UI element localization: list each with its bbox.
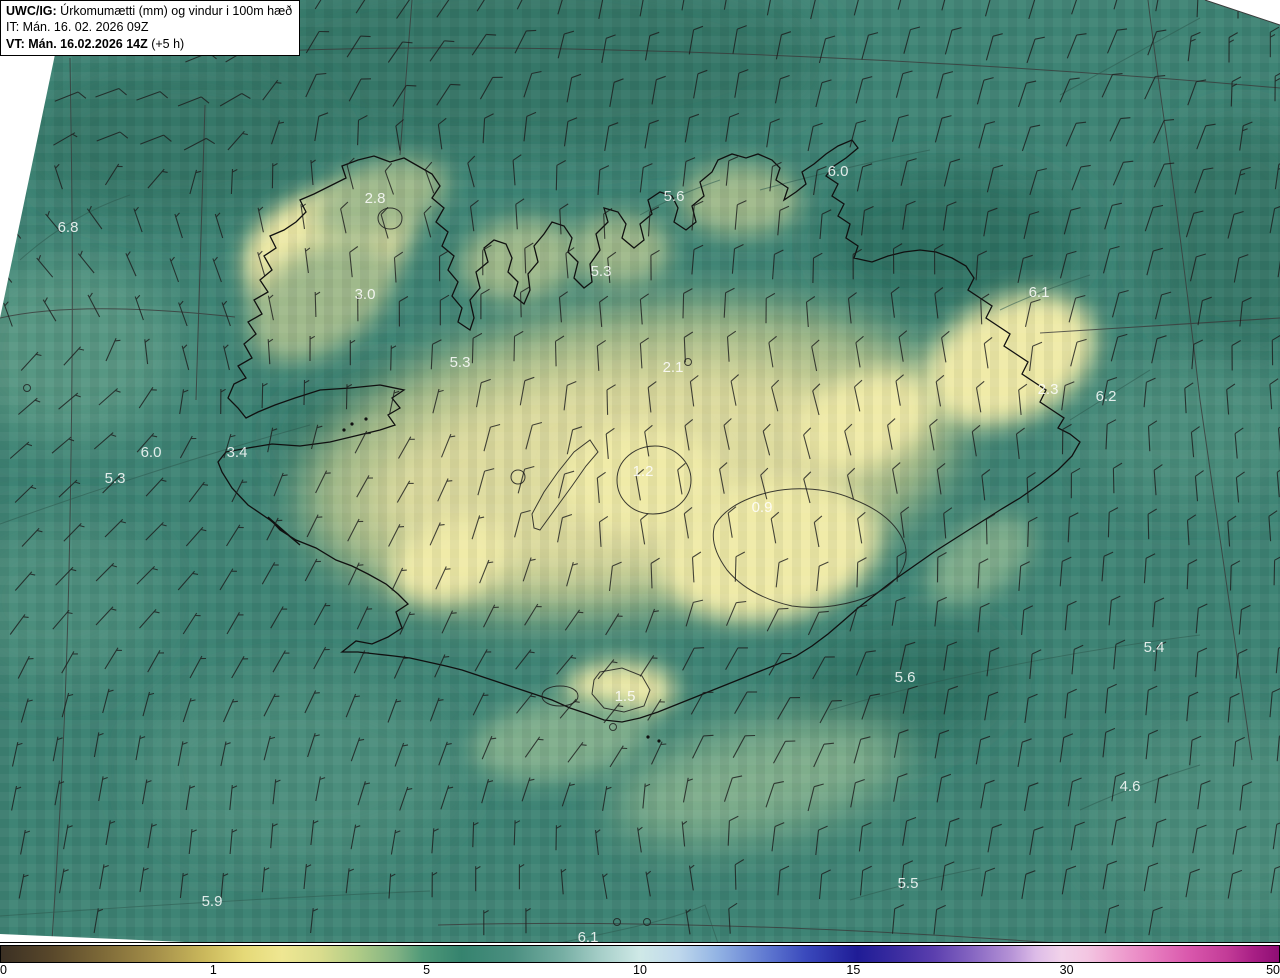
- contour-label: 2.8: [365, 190, 386, 207]
- contour-label: 5.3: [591, 263, 612, 280]
- valid-time-line: VT: Mán. 16.02.2026 14Z (+5 h): [6, 36, 185, 51]
- colorbar-tick: 5: [423, 963, 431, 977]
- colorbar-tick: 50: [1266, 963, 1280, 977]
- contour-label: 3.0: [355, 286, 376, 303]
- colorbar-gradient: [0, 945, 1280, 963]
- contour-label: 5.3: [450, 354, 471, 371]
- contour-label: 5.3: [105, 470, 126, 487]
- init-time-line: IT: Mán. 16. 02. 2026 09Z: [6, 20, 149, 35]
- colorbar-tick-labels: 0 1 5 10 15 30 50: [0, 963, 1280, 978]
- contour-label: 2.3: [1038, 381, 1059, 398]
- contour-label: 5.6: [664, 188, 685, 205]
- weather-map-screen: { "header": { "product": "UWC/IG:", "tit…: [0, 0, 1280, 978]
- contour-label: 1.2: [633, 463, 654, 480]
- map-title-line: UWC/IG: Úrkomumætti (mm) og vindur i 100…: [6, 3, 292, 19]
- precipitable-water-wind-map: 6.8 2.8 5.6 6.0 5.3 3.0 6.1 5.3 2.1 2.3 6.2 6.0 3.4 5…: [0, 0, 1280, 943]
- contour-label: 1.5: [615, 688, 636, 705]
- contour-label: 5.5: [898, 875, 919, 892]
- contour-label: 6.0: [828, 163, 849, 180]
- contour-label: 5.9: [202, 893, 223, 910]
- colorbar-tick: 10: [633, 963, 647, 977]
- contour-label: 5.6: [895, 669, 916, 686]
- contour-label: 6.2: [1096, 388, 1117, 405]
- contour-label: 0.9: [752, 499, 773, 516]
- map-title-box: UWC/IG: Úrkomumætti (mm) og vindur i 100…: [0, 0, 301, 56]
- forecast-map: 6.8 2.8 5.6 6.0 5.3 3.0 6.1 5.3 2.1 2.3 6.2 6.0 3.4 5…: [0, 0, 1280, 943]
- colorbar: 0 1 5 10 15 30 50: [0, 943, 1280, 978]
- contour-label: 6.0: [141, 444, 162, 461]
- colorbar-tick: 0: [0, 963, 7, 977]
- contour-label: 2.1: [663, 359, 684, 376]
- colorbar-tick: 1: [209, 963, 217, 977]
- colorbar-tick: 15: [846, 963, 861, 977]
- map-title-text: Úrkomumætti (mm) og vindur i 100m hæð: [56, 4, 293, 18]
- contour-label: 3.4: [227, 444, 248, 461]
- contour-label: 4.6: [1120, 778, 1141, 795]
- product-id: UWC/IG:: [6, 4, 57, 18]
- contour-label: 6.1: [578, 929, 599, 943]
- colorbar-tick: 30: [1059, 963, 1074, 977]
- contour-label: 6.1: [1029, 284, 1050, 301]
- contour-label: 5.4: [1144, 639, 1165, 656]
- contour-label: 6.8: [58, 219, 79, 236]
